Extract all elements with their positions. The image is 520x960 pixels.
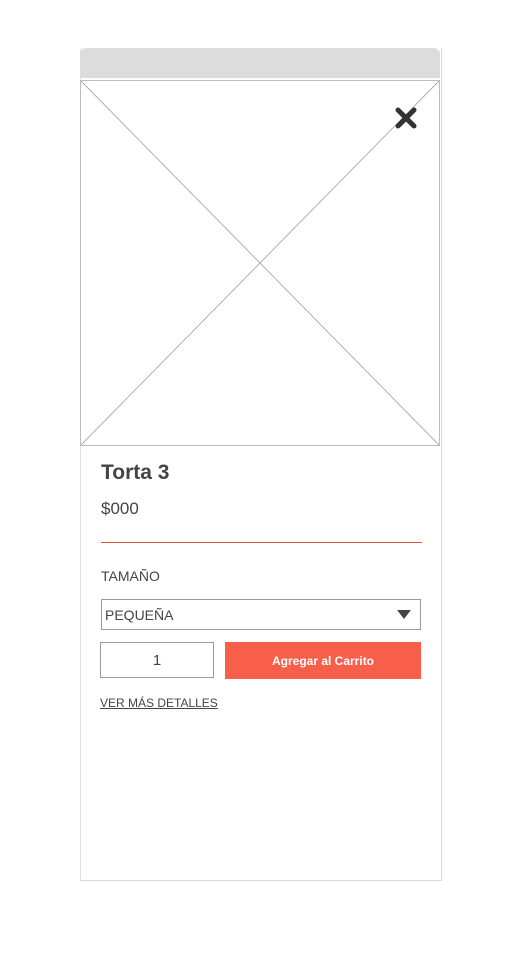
modal-top-bar <box>80 48 440 78</box>
product-image-placeholder <box>80 80 440 446</box>
size-select-value: PEQUEÑA <box>105 607 174 623</box>
size-label: TAMAÑO <box>101 568 160 584</box>
image-placeholder-icon <box>81 81 439 445</box>
size-select[interactable]: PEQUEÑA <box>101 599 421 630</box>
chevron-down-icon <box>397 610 411 619</box>
quantity-input[interactable] <box>100 642 214 678</box>
close-button[interactable] <box>392 104 420 132</box>
product-price: $000 <box>101 499 139 518</box>
more-details-link[interactable]: VER MÁS DETALLES <box>100 696 218 710</box>
product-title: Torta 3 <box>101 461 170 484</box>
close-icon <box>395 107 417 129</box>
divider <box>101 542 422 543</box>
add-to-cart-button[interactable]: Agregar al Carrito <box>225 642 421 679</box>
